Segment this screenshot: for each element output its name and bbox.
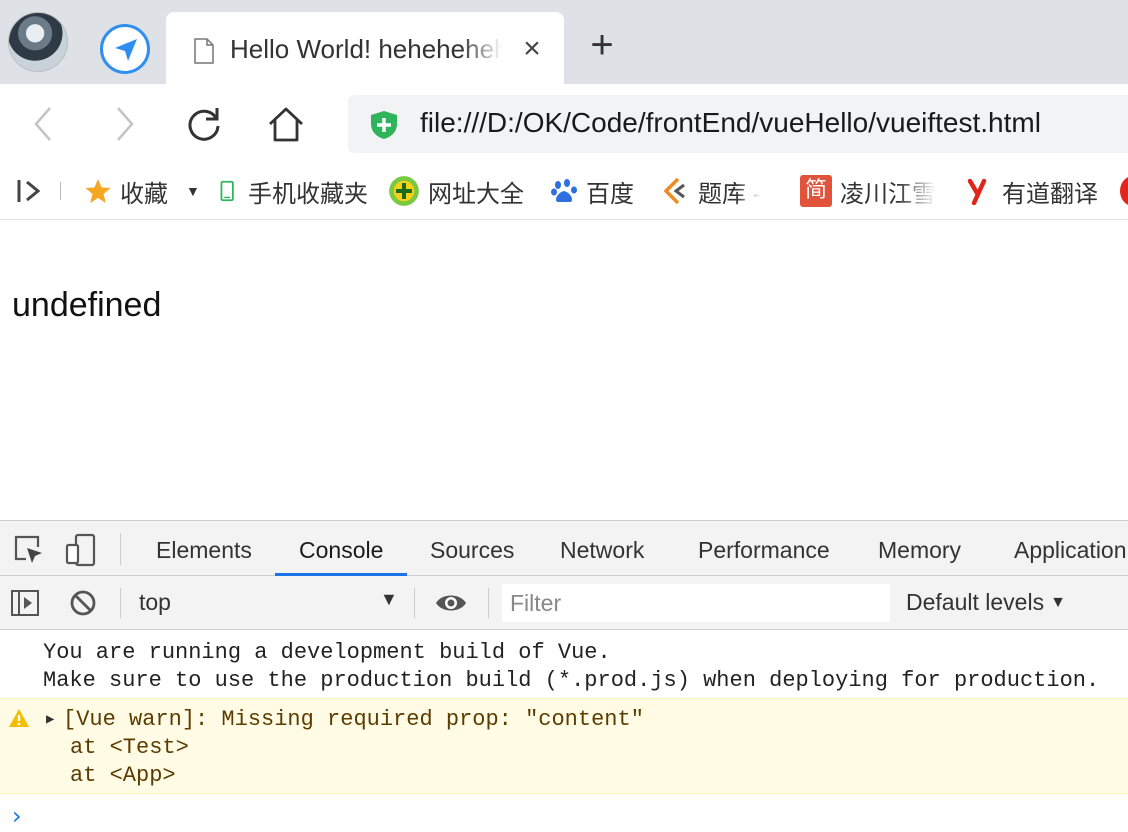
active-tab[interactable]: Hello World! hehehehehe × [166, 12, 564, 84]
bookmark-favorites[interactable]: 收藏 ▼ [84, 174, 200, 208]
log-message: You are running a development build of V… [43, 640, 611, 665]
bookmark-label: 网址大全 [428, 180, 524, 208]
bookmarks-bar: 收藏 ▼ 手机收藏夹 网址大全 百度 题库 - 简 凌川江雪 有道翻译 [0, 162, 1128, 220]
log-message: Make sure to use the production build (*… [43, 668, 1100, 693]
plus-circle-icon [389, 176, 419, 206]
reload-icon[interactable] [184, 104, 224, 144]
bookmark-youdao[interactable]: 有道翻译 [966, 174, 1098, 208]
bookmark-label: 凌川江雪 [840, 180, 936, 208]
stack-trace-line: at <App> [70, 763, 176, 788]
toolbar-divider [488, 588, 489, 618]
chevron-down-icon: ▼ [1050, 594, 1066, 611]
bookmark-baidu[interactable]: 百度 [550, 174, 634, 208]
devtools-tab-bar: Elements Console Sources Network Perform… [0, 521, 1128, 576]
console-toolbar: top ▼ Default levels ▼ [0, 576, 1128, 630]
bookmark-question-bank[interactable]: 题库 - [662, 174, 761, 208]
tab-application[interactable]: Application [1014, 521, 1128, 576]
log-levels-label: Default levels [906, 589, 1045, 615]
bookmark-mobile[interactable]: 手机收藏夹 [220, 174, 368, 208]
bookmark-label: 收藏 [120, 180, 168, 208]
new-tab-button[interactable]: + [584, 25, 620, 65]
devtools-panel: Elements Console Sources Network Perform… [0, 520, 1128, 832]
tab-sources[interactable]: Sources [430, 521, 514, 576]
star-icon [85, 179, 111, 203]
sidebar-toggle-icon[interactable] [16, 178, 44, 204]
inspect-element-icon[interactable] [12, 533, 46, 567]
document-icon [194, 38, 214, 64]
tab-elements[interactable]: Elements [156, 521, 252, 576]
tab-performance[interactable]: Performance [698, 521, 830, 576]
tab-title: Hello World! hehehehehe [230, 34, 502, 64]
sidebar-toggle-icon[interactable] [10, 588, 40, 618]
eye-icon[interactable] [434, 588, 468, 618]
log-levels-select[interactable]: Default levels ▼ [906, 589, 1066, 616]
console-output: You are running a development build of V… [0, 630, 1128, 832]
toolbar-divider [120, 588, 121, 618]
tab-console[interactable]: Console [275, 521, 408, 576]
tab-memory[interactable]: Memory [878, 521, 961, 576]
bookmark-label: 百度 [586, 180, 634, 208]
home-icon[interactable] [266, 104, 306, 144]
address-bar[interactable]: file:///D:/OK/Code/frontEnd/vueHello/vue… [348, 95, 1128, 153]
profile-avatar[interactable] [8, 12, 68, 72]
tab-close-icon[interactable]: × [520, 34, 544, 64]
bookmark-lingchuan[interactable]: 简 凌川江雪 [800, 174, 936, 208]
chevron-down-icon[interactable]: ▼ [186, 183, 200, 199]
clear-console-icon[interactable] [68, 588, 98, 618]
tab-network[interactable]: Network [560, 521, 644, 576]
back-arrow-icon[interactable] [24, 104, 64, 144]
bookmark-label: 有道翻译 [1002, 180, 1098, 208]
phone-icon [220, 180, 234, 202]
security-shield-icon[interactable] [370, 110, 398, 140]
warning-text[interactable]: [Vue warn]: Missing required prop: "cont… [63, 707, 644, 732]
filter-input[interactable] [502, 584, 890, 622]
bookmark-label: 手机收藏夹 [248, 180, 368, 208]
context-select[interactable]: top [139, 589, 171, 616]
page-output-text: undefined [12, 286, 162, 324]
ticket-logo-icon [663, 177, 685, 205]
url-text[interactable]: file:///D:/OK/Code/frontEnd/vueHello/vue… [420, 107, 1041, 139]
toolbar-divider [414, 588, 415, 618]
bookmarks-divider [60, 182, 61, 200]
tab-strip: Hello World! hehehehehe × + [0, 0, 1128, 84]
bookmark-overflow-icon[interactable] [1120, 176, 1128, 206]
stack-trace-line: at <Test> [70, 735, 189, 760]
youdao-logo-icon [967, 178, 987, 205]
device-toolbar-icon[interactable] [64, 533, 98, 567]
bookmark-directory[interactable]: 网址大全 [388, 174, 524, 208]
paw-icon [551, 179, 577, 202]
warning-icon [9, 709, 29, 727]
page-viewport: undefined [0, 220, 1128, 520]
jian-logo-icon: 简 [800, 175, 832, 207]
console-prompt[interactable]: › [12, 802, 22, 830]
toolbar-divider [120, 533, 121, 565]
navigation-arrow-icon[interactable] [100, 24, 150, 74]
bookmark-label: 题库 - [698, 180, 761, 208]
browser-toolbar: file:///D:/OK/Code/frontEnd/vueHello/vue… [0, 84, 1128, 162]
expand-triangle-icon[interactable]: ▶ [46, 711, 54, 728]
warning-message: ▶ [Vue warn]: Missing required prop: "co… [0, 698, 1128, 794]
forward-arrow-icon[interactable] [104, 104, 144, 144]
chevron-down-icon[interactable]: ▼ [380, 589, 398, 610]
